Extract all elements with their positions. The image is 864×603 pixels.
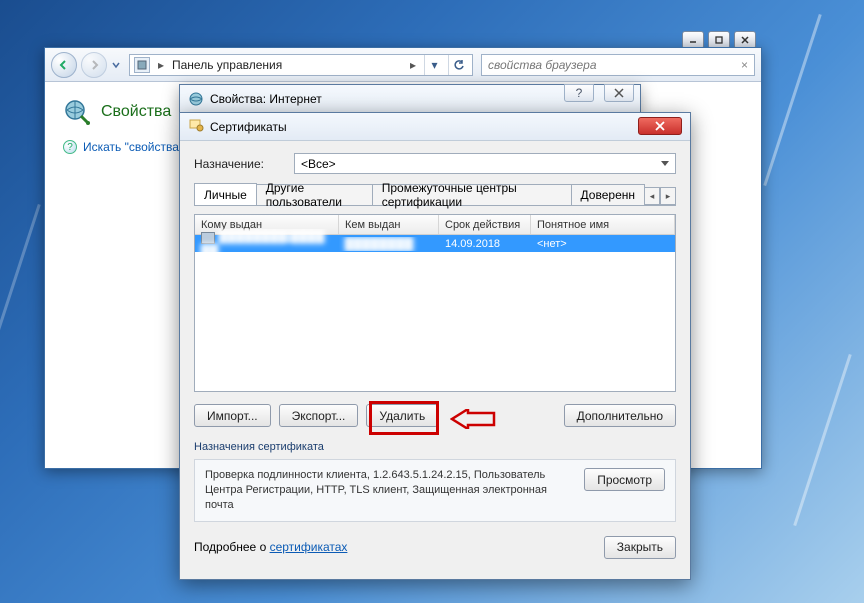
refresh-icon[interactable] <box>448 55 468 75</box>
purpose-text: Проверка подлинности клиента, 1.2.643.5.… <box>205 468 574 513</box>
clear-search-icon[interactable]: × <box>741 58 748 72</box>
learn-more: Подробнее о сертификатах <box>194 540 347 554</box>
tab-personal[interactable]: Личные <box>194 183 257 205</box>
dialog-close-button[interactable] <box>604 84 634 102</box>
tab-scroll-left[interactable]: ◂ <box>644 187 660 205</box>
internet-options-icon <box>63 98 91 126</box>
tab-scroll-right[interactable]: ▸ <box>660 187 676 205</box>
internet-properties-dialog: ? Свойства: Интернет <box>179 84 641 114</box>
dialog-close-button[interactable] <box>638 117 682 135</box>
dialog-title: Сертификаты <box>210 120 287 134</box>
delete-button[interactable]: Удалить <box>366 404 438 427</box>
tab-trusted[interactable]: Доверенн <box>571 184 645 205</box>
certificate-icon <box>188 117 204 136</box>
history-chevron-icon[interactable] <box>111 60 121 70</box>
help-button[interactable]: ? <box>564 84 594 102</box>
purpose-group-header: Назначения сертификата <box>194 441 676 453</box>
address-dropdown-icon[interactable]: ▾ <box>424 55 444 75</box>
list-row[interactable]: ████████ ████ ██ ████████ 14.09.2018 <не… <box>195 235 675 252</box>
col-friendly[interactable]: Понятное имя <box>531 215 675 234</box>
tab-intermediate-ca[interactable]: Промежуточные центры сертификации <box>372 184 572 205</box>
col-expires[interactable]: Срок действия <box>439 215 531 234</box>
search-input[interactable] <box>488 58 737 72</box>
search-box[interactable]: × <box>481 54 755 76</box>
back-button[interactable] <box>51 52 77 78</box>
cell-expires: 14.09.2018 <box>439 238 531 250</box>
address-bar[interactable]: ▸ Панель управления ▸ ▾ <box>129 54 473 76</box>
learn-more-link[interactable]: сертификатах <box>270 540 348 554</box>
globe-icon <box>188 91 204 107</box>
breadcrumb-separator-icon: ▸ <box>154 58 168 72</box>
dialog-title: Свойства: Интернет <box>210 92 322 106</box>
nav-bar: ▸ Панель управления ▸ ▾ × <box>45 48 761 82</box>
help-icon: ? <box>63 140 77 154</box>
search-help-text: Искать "свойства <box>83 140 179 154</box>
tabstrip: Личные Другие пользователи Промежуточные… <box>194 184 676 206</box>
control-panel-icon <box>134 57 150 73</box>
advanced-button[interactable]: Дополнительно <box>564 404 676 427</box>
forward-button[interactable] <box>81 52 107 78</box>
breadcrumb-text[interactable]: Панель управления <box>172 58 402 72</box>
purpose-box: Проверка подлинности клиента, 1.2.643.5.… <box>194 459 676 522</box>
page-title-text: Свойства <box>101 103 171 121</box>
certificates-dialog: Сертификаты Назначение: <Все> Личные Дру… <box>179 112 691 580</box>
chevron-down-icon <box>661 161 669 166</box>
purpose-combo[interactable]: <Все> <box>294 153 676 174</box>
export-button[interactable]: Экспорт... <box>279 404 359 427</box>
close-dialog-button[interactable]: Закрыть <box>604 536 676 559</box>
import-button[interactable]: Импорт... <box>194 404 271 427</box>
purpose-label: Назначение: <box>194 157 284 171</box>
certificate-list[interactable]: Кому выдан Кем выдан Срок действия Понят… <box>194 214 676 392</box>
breadcrumb-separator-icon: ▸ <box>406 58 420 72</box>
view-button[interactable]: Просмотр <box>584 468 665 491</box>
certificate-row-icon <box>201 232 215 244</box>
purpose-combo-value: <Все> <box>301 157 336 171</box>
tab-other-people[interactable]: Другие пользователи <box>256 184 373 205</box>
col-issued-by[interactable]: Кем выдан <box>339 215 439 234</box>
cell-friendly: <нет> <box>531 238 675 250</box>
